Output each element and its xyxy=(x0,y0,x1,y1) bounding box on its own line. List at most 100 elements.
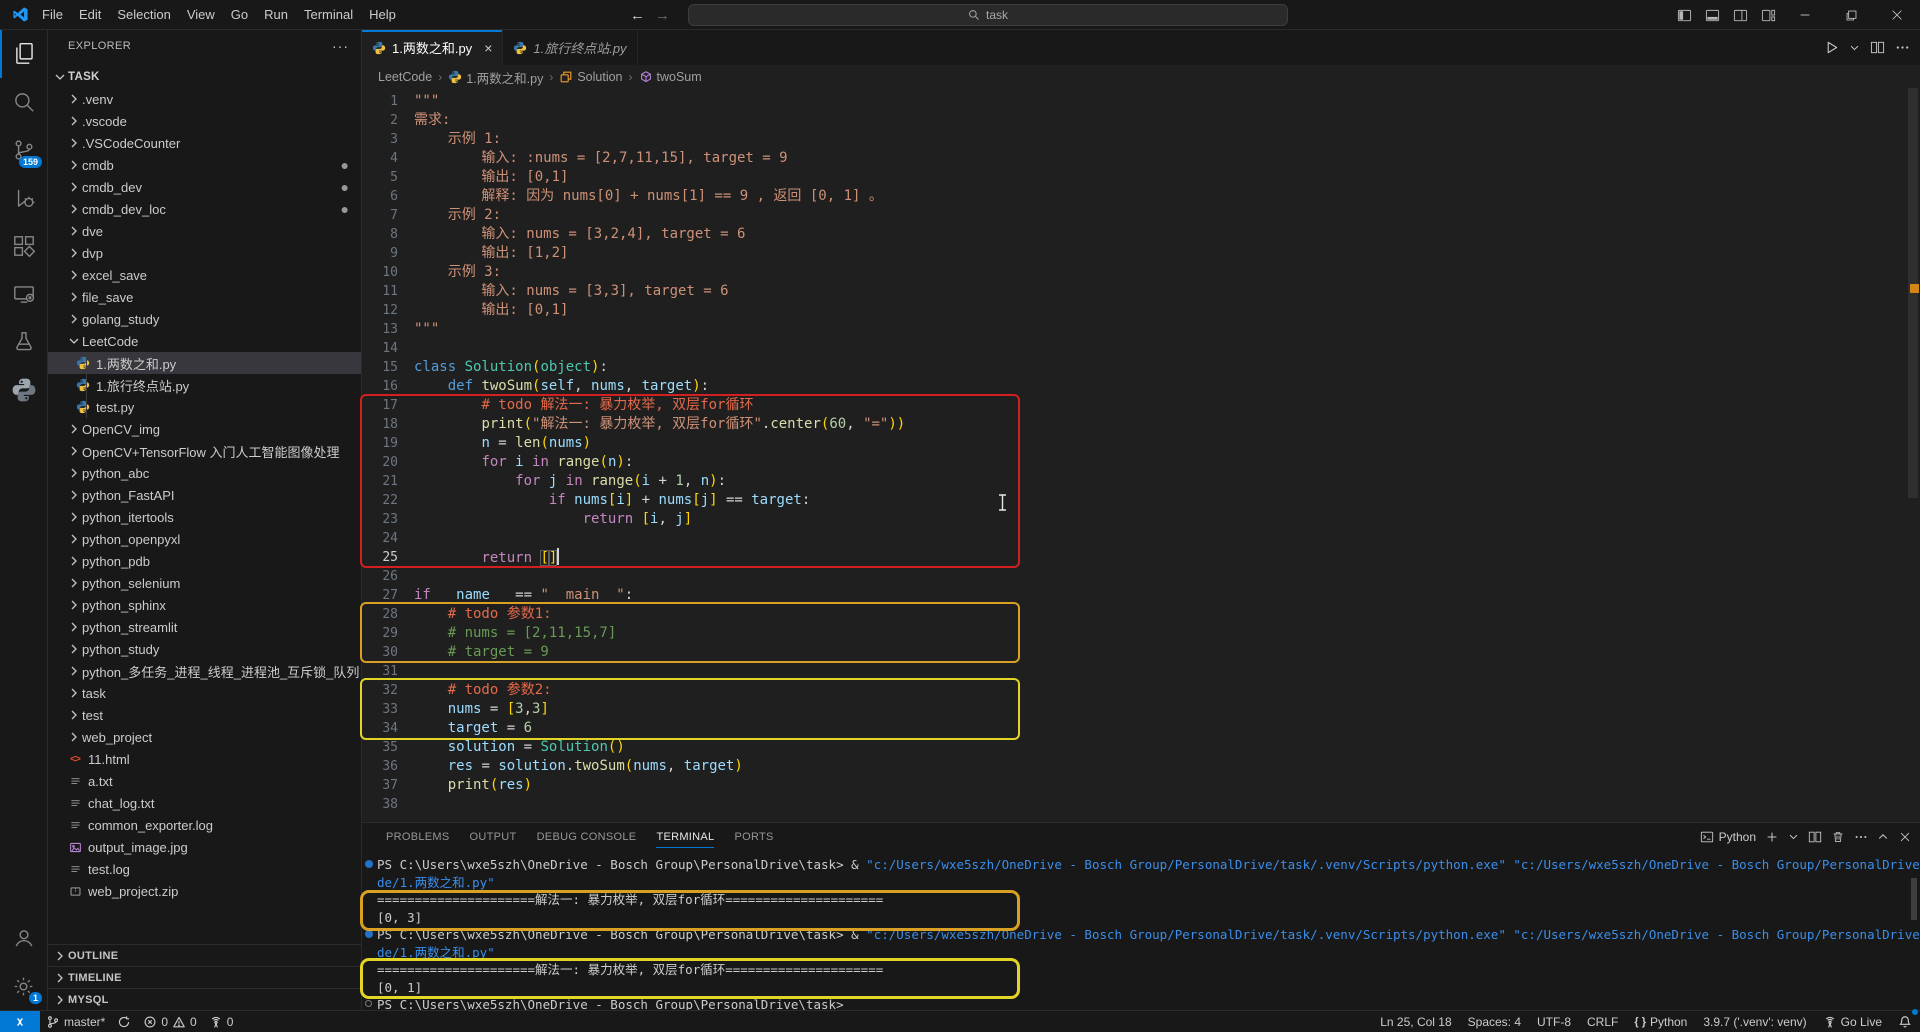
section-mysql[interactable]: MYSQL xyxy=(48,988,361,1010)
menu-view[interactable]: View xyxy=(179,3,223,26)
tree-folder-python_selenium[interactable]: python_selenium xyxy=(48,572,361,594)
forward-arrow-icon[interactable]: → xyxy=(655,7,670,24)
activity-explorer[interactable] xyxy=(0,30,47,78)
explorer-more-icon[interactable]: ··· xyxy=(332,38,349,54)
menu-selection[interactable]: Selection xyxy=(109,3,178,26)
command-center-search[interactable]: task xyxy=(688,4,1288,26)
tab-1.旅行终点站.py[interactable]: 1.旅行终点站.py xyxy=(503,30,638,65)
split-terminal-icon[interactable] xyxy=(1808,830,1822,844)
activity-extensions[interactable] xyxy=(0,222,47,270)
tab-1.两数之和.py[interactable]: 1.两数之和.py × xyxy=(362,30,504,65)
tree-folder-OpenCV_img[interactable]: OpenCV_img xyxy=(48,418,361,440)
tree-folder-cmdb_dev[interactable]: cmdb_dev ● xyxy=(48,176,361,198)
breadcrumb-item-Solution[interactable]: Solution xyxy=(559,70,623,84)
tree-folder-python_streamlit[interactable]: python_streamlit xyxy=(48,616,361,638)
menu-help[interactable]: Help xyxy=(361,3,404,26)
tree-file-output_image.jpg[interactable]: output_image.jpg xyxy=(48,836,361,858)
tree-folder-cmdb[interactable]: cmdb ● xyxy=(48,154,361,176)
status-git-branch[interactable]: master* xyxy=(40,1011,111,1032)
minimize-button[interactable] xyxy=(1782,0,1828,30)
tree-folder-.VSCodeCounter[interactable]: .VSCodeCounter xyxy=(48,132,361,154)
menu-go[interactable]: Go xyxy=(223,3,256,26)
tree-folder-golang_study[interactable]: golang_study xyxy=(48,308,361,330)
breadcrumb-item-1.两数之和.py[interactable]: 1.两数之和.py xyxy=(448,68,543,87)
panel-tab-debug-console[interactable]: DEBUG CONSOLE xyxy=(529,823,645,850)
tree-folder-excel_save[interactable]: excel_save xyxy=(48,264,361,286)
tree-folder-cmdb_dev_loc[interactable]: cmdb_dev_loc ● xyxy=(48,198,361,220)
status-cursor-position[interactable]: Ln 25, Col 18 xyxy=(1372,1011,1459,1032)
kill-terminal-icon[interactable] xyxy=(1831,830,1845,844)
back-arrow-icon[interactable]: ← xyxy=(630,7,645,24)
tree-folder-task[interactable]: task xyxy=(48,682,361,704)
tree-folder-web_project[interactable]: web_project xyxy=(48,726,361,748)
status-eol[interactable]: CRLF xyxy=(1579,1011,1626,1032)
run-dropdown-icon[interactable] xyxy=(1849,42,1860,53)
close-tab-icon[interactable]: × xyxy=(484,40,492,56)
section-outline[interactable]: OUTLINE xyxy=(48,944,361,966)
tree-root-task[interactable]: TASK xyxy=(48,66,361,88)
split-editor-icon[interactable] xyxy=(1870,40,1885,55)
section-timeline[interactable]: TIMELINE xyxy=(48,966,361,988)
tree-file-1.旅行终点站.py[interactable]: 1.旅行终点站.py xyxy=(48,374,361,396)
maximize-button[interactable] xyxy=(1828,0,1874,30)
activity-python[interactable] xyxy=(0,366,47,414)
tree-folder-file_save[interactable]: file_save xyxy=(48,286,361,308)
tree-file-test.py[interactable]: test.py xyxy=(48,396,361,418)
tree-folder-dve[interactable]: dve xyxy=(48,220,361,242)
breadcrumb-item-LeetCode[interactable]: LeetCode xyxy=(378,70,432,84)
tree-folder-python_itertools[interactable]: python_itertools xyxy=(48,506,361,528)
tree-folder-python_FastAPI[interactable]: python_FastAPI xyxy=(48,484,361,506)
customize-layout-icon[interactable] xyxy=(1754,0,1782,30)
terminal-output[interactable]: PS C:\Users\wxe5szh\OneDrive - Bosch Gro… xyxy=(362,850,1920,1010)
tree-file-chat_log.txt[interactable]: chat_log.txt xyxy=(48,792,361,814)
status-notifications[interactable] xyxy=(1890,1009,1920,1032)
status-encoding[interactable]: UTF-8 xyxy=(1529,1011,1579,1032)
tree-file-test.log[interactable]: test.log xyxy=(48,858,361,880)
new-terminal-icon[interactable] xyxy=(1765,830,1779,844)
tree-file-11.html[interactable]: <> 11.html xyxy=(48,748,361,770)
editor-scrollbar[interactable] xyxy=(1908,88,1918,498)
activity-testing[interactable] xyxy=(0,318,47,366)
activity-account[interactable] xyxy=(0,914,47,962)
activity-search[interactable] xyxy=(0,78,47,126)
menu-file[interactable]: File xyxy=(34,3,71,26)
tree-folder-python_pdb[interactable]: python_pdb xyxy=(48,550,361,572)
tree-folder-python_openpyxl[interactable]: python_openpyxl xyxy=(48,528,361,550)
status-ports[interactable]: 0 xyxy=(203,1011,240,1032)
tree-folder-.vscode[interactable]: .vscode xyxy=(48,110,361,132)
close-panel-icon[interactable] xyxy=(1898,830,1912,844)
tree-folder-python_study[interactable]: python_study xyxy=(48,638,361,660)
activity-settings[interactable]: 1 xyxy=(0,962,47,1010)
editor-more-actions-icon[interactable] xyxy=(1895,40,1910,55)
activity-remote-explorer[interactable] xyxy=(0,270,47,318)
status-python-interpreter[interactable]: 3.9.7 ('.venv': venv) xyxy=(1695,1011,1814,1032)
tree-folder-python_abc[interactable]: python_abc xyxy=(48,462,361,484)
maximize-panel-icon[interactable] xyxy=(1877,831,1889,843)
status-problems[interactable]: 00 xyxy=(137,1011,202,1032)
tree-file-a.txt[interactable]: a.txt xyxy=(48,770,361,792)
tree-file-common_exporter.log[interactable]: common_exporter.log xyxy=(48,814,361,836)
toggle-secondary-sidebar-icon[interactable] xyxy=(1726,0,1754,30)
toggle-panel-icon[interactable] xyxy=(1698,0,1726,30)
menu-edit[interactable]: Edit xyxy=(71,3,109,26)
tree-folder-.venv[interactable]: .venv xyxy=(48,88,361,110)
status-language-mode[interactable]: { } Python xyxy=(1626,1011,1695,1032)
tree-folder-LeetCode[interactable]: LeetCode xyxy=(48,330,361,352)
tree-folder-test[interactable]: test xyxy=(48,704,361,726)
status-indentation[interactable]: Spaces: 4 xyxy=(1460,1011,1529,1032)
activity-run-debug[interactable] xyxy=(0,174,47,222)
panel-tab-output[interactable]: OUTPUT xyxy=(462,823,525,850)
tree-folder-python_sphinx[interactable]: python_sphinx xyxy=(48,594,361,616)
panel-tab-terminal[interactable]: TERMINAL xyxy=(648,823,722,850)
tree-folder-OpenCV+TensorFlow 入门人工智能图像处理[interactable]: OpenCV+TensorFlow 入门人工智能图像处理 xyxy=(48,440,361,462)
tree-folder-dvp[interactable]: dvp xyxy=(48,242,361,264)
status-go-live[interactable]: Go Live xyxy=(1815,1011,1890,1032)
code-editor[interactable]: 1 """ 2 需求: 3 示例 1: 4 输入: :nums = [2,7,11,15]… xyxy=(362,89,1920,822)
tree-file-1.两数之和.py[interactable]: 1.两数之和.py xyxy=(48,352,361,374)
panel-tab-problems[interactable]: PROBLEMS xyxy=(378,823,458,850)
terminal-dropdown-icon[interactable] xyxy=(1788,831,1799,842)
status-remote-indicator[interactable] xyxy=(0,1011,40,1032)
tree-file-web_project.zip[interactable]: web_project.zip xyxy=(48,880,361,902)
panel-tab-ports[interactable]: PORTS xyxy=(726,823,781,850)
breadcrumb-item-twoSum[interactable]: twoSum xyxy=(639,70,702,84)
